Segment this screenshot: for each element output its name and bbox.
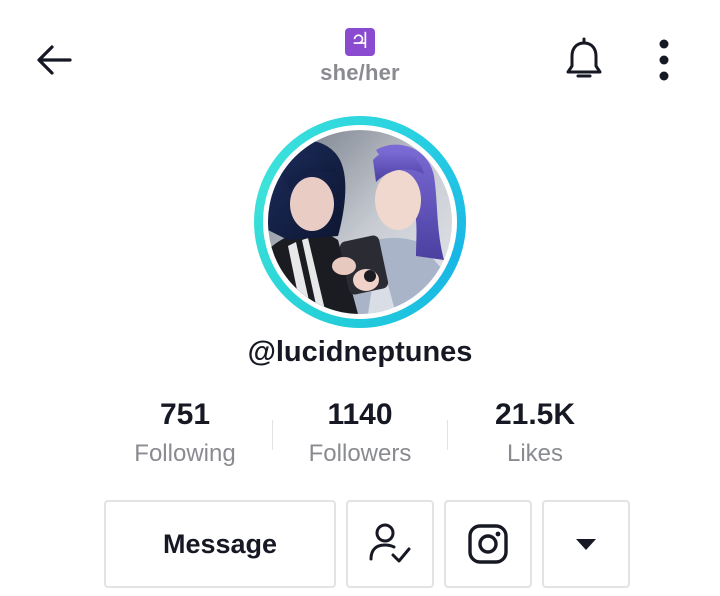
instagram-icon: [468, 524, 508, 564]
stat-value: 21.5K: [494, 398, 576, 431]
profile-screen: ♃ she/her @lucidneptunes 751 Following 1…: [0, 0, 720, 596]
avatar: [268, 130, 452, 314]
stat-following[interactable]: 751 Following: [100, 396, 270, 468]
pronouns-label: she/her: [320, 60, 400, 85]
stat-label: Following: [134, 440, 236, 467]
stat-value: 1140: [327, 398, 393, 431]
jupiter-badge: ♃: [345, 28, 375, 56]
avatar-frame: [263, 125, 457, 319]
more-vertical-icon: [659, 39, 669, 81]
stat-value: 751: [159, 398, 211, 431]
instagram-button[interactable]: [444, 500, 532, 588]
message-button[interactable]: Message: [104, 500, 336, 588]
friends-check-icon: [369, 523, 411, 563]
divider: [272, 420, 273, 450]
header-title: ♃ she/her: [260, 28, 460, 86]
back-arrow-icon: [37, 45, 72, 75]
notifications-button[interactable]: [558, 34, 610, 86]
more-actions-button[interactable]: [542, 500, 630, 588]
friends-button[interactable]: [346, 500, 434, 588]
username: @lucidneptunes: [247, 336, 473, 368]
profile-stats: 751 Following 1140 Followers 21.5K Likes: [100, 396, 620, 476]
avatar-ring[interactable]: [254, 116, 466, 328]
back-button[interactable]: [30, 36, 78, 84]
divider: [447, 420, 448, 450]
stat-label: Likes: [506, 440, 564, 467]
stat-label: Followers: [308, 440, 412, 467]
stat-followers[interactable]: 1140 Followers: [275, 396, 445, 468]
dropdown-caret-icon: [576, 539, 596, 550]
more-options-button[interactable]: [640, 34, 688, 86]
profile-actions: Message: [104, 500, 630, 588]
bell-icon: [566, 37, 602, 78]
stat-likes[interactable]: 21.5K Likes: [450, 396, 620, 468]
